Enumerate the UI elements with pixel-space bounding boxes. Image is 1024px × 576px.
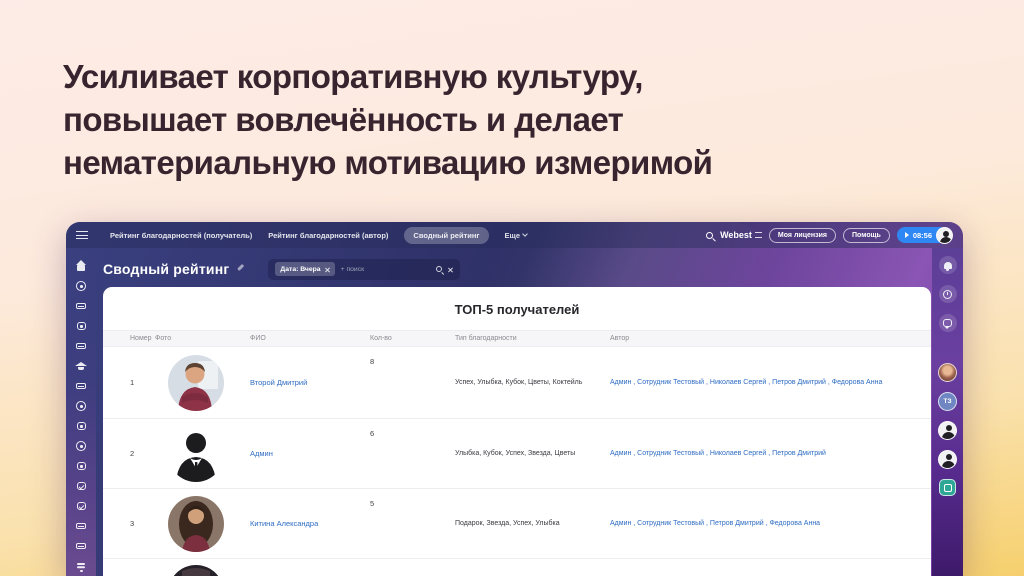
thanks-count: 5	[370, 489, 455, 508]
table-row-partial	[103, 559, 931, 576]
row-number: 3	[130, 519, 155, 528]
network-icon[interactable]	[75, 560, 87, 572]
table-row: 2 Админ 6 Улыбка, Кубок, Успех, Звезда, …	[103, 419, 931, 489]
recipient-name-link[interactable]: Китина Александра	[250, 519, 370, 528]
games-icon[interactable]	[75, 420, 87, 432]
table-title: ТОП-5 получателей	[103, 302, 931, 317]
history-icon[interactable]	[939, 285, 957, 303]
page-title: Сводный рейтинг	[103, 261, 229, 277]
table-row: 1 Второй Дмитрий 8 Успех, Улыбка, Кубок,…	[103, 347, 931, 419]
more-label: Еще	[505, 231, 521, 240]
app-window: Рейтинг благодарностей (получатель) Рейт…	[66, 222, 963, 576]
brand-name: Webest	[720, 230, 752, 240]
headline-line-3: нематериальную мотивацию измеримой	[63, 142, 712, 185]
col-header-photo: Фото	[155, 335, 250, 342]
authors-links[interactable]: Админ , Сотрудник Тестовый , Петров Дмит…	[610, 520, 931, 527]
home-icon[interactable]	[75, 260, 87, 272]
chip-close-icon[interactable]	[325, 267, 330, 272]
library-icon[interactable]	[75, 340, 87, 352]
help-button[interactable]: Помощь	[843, 228, 890, 243]
tab-rating-recipient[interactable]: Рейтинг благодарностей (получатель)	[110, 231, 252, 240]
recipient-name-link[interactable]: Второй Дмитрий	[250, 378, 370, 387]
top-nav-bar: Рейтинг благодарностей (получатель) Рейт…	[66, 222, 963, 248]
tab-summary-rating[interactable]: Сводный рейтинг	[404, 227, 488, 244]
col-header-number: Номер	[130, 335, 155, 342]
table-row: 3 Китина Александра 5 Подарок, Звезда, У…	[103, 489, 931, 559]
notifications-icon[interactable]	[939, 256, 957, 274]
approvals-icon[interactable]	[75, 500, 87, 512]
menu-icon[interactable]	[76, 231, 88, 239]
page-header: Сводный рейтинг Дата: Вчера + поиск	[103, 254, 923, 284]
integrations-icon[interactable]	[75, 440, 87, 452]
row-number: 2	[130, 449, 155, 458]
col-header-types: Тип благодарности	[455, 335, 610, 342]
topbar-right: Webest Моя лицензия Помощь 08:56	[706, 227, 953, 244]
contact-avatar-silhouette-2[interactable]	[938, 450, 957, 469]
tab-rating-author[interactable]: Рейтинг благодарностей (автор)	[268, 231, 388, 240]
more-menu[interactable]: Еще	[505, 231, 528, 240]
filter-chip-label: Дата: Вчера	[280, 266, 320, 273]
filter-chip-date[interactable]: Дата: Вчера	[275, 262, 334, 276]
company-icon[interactable]	[75, 460, 87, 472]
thanks-types: Успех, Улыбка, Кубок, Цветы, Коктейль	[455, 379, 610, 386]
user-avatar[interactable]	[936, 227, 953, 244]
alerts-icon[interactable]	[75, 280, 87, 292]
calendar-icon[interactable]	[75, 520, 87, 532]
thanks-types: Улыбка, Кубок, Успех, Звезда, Цветы	[455, 450, 610, 457]
row-number: 1	[130, 378, 155, 387]
headline-line-1: Усиливает корпоративную культуру,	[63, 56, 712, 99]
col-header-name: ФИО	[250, 335, 370, 342]
card-icon[interactable]	[75, 380, 87, 392]
education-icon[interactable]	[75, 360, 87, 372]
my-license-button[interactable]: Моя лицензия	[769, 228, 836, 243]
logo-icon[interactable]	[75, 300, 87, 312]
recipient-photo	[168, 426, 224, 482]
edit-icon[interactable]	[236, 265, 244, 273]
search-icon[interactable]	[706, 232, 713, 239]
nav-tabs: Рейтинг благодарностей (получатель) Рейт…	[110, 227, 527, 244]
contact-avatar-initials[interactable]: ТЗ	[938, 392, 957, 411]
filter-search-placeholder[interactable]: + поиск	[341, 266, 431, 273]
authors-links[interactable]: Админ , Сотрудник Тестовый , Николаев Се…	[610, 379, 931, 386]
content-panel: ТОП-5 получателей Номер Фото ФИО Кол-во …	[103, 287, 931, 576]
col-header-authors: Автор	[610, 335, 931, 342]
filter-bar[interactable]: Дата: Вчера + поиск	[268, 259, 460, 280]
rewards-icon[interactable]	[75, 400, 87, 412]
right-sidebar: ТЗ	[932, 248, 963, 576]
devices-icon[interactable]	[75, 320, 87, 332]
table-header-row: Номер Фото ФИО Кол-во Тип благодарности …	[103, 330, 931, 347]
thanks-types: Подарок, Звезда, Успех, Улыбка	[455, 520, 610, 527]
tasks-icon[interactable]	[75, 480, 87, 492]
recipient-photo	[168, 496, 224, 552]
headline-line-2: повышает вовлечённость и делает	[63, 99, 712, 142]
thanks-count: 8	[370, 347, 455, 366]
switch-icon[interactable]	[755, 232, 762, 238]
headline: Усиливает корпоративную культуру, повыша…	[63, 56, 712, 185]
recipient-photo	[168, 355, 224, 411]
recipient-photo	[168, 565, 224, 576]
col-header-count: Кол-во	[370, 335, 455, 342]
filter-clear-icon[interactable]	[448, 267, 453, 272]
chevron-down-icon	[522, 231, 528, 237]
chat-icon[interactable]	[939, 314, 957, 332]
left-sidebar	[66, 248, 96, 576]
play-icon	[905, 232, 909, 238]
contact-avatar-silhouette-1[interactable]	[938, 421, 957, 440]
print-icon[interactable]	[75, 540, 87, 552]
brand-logo: Webest	[720, 230, 762, 240]
filter-bar-icons	[436, 266, 453, 272]
timer-value: 08:56	[913, 231, 932, 240]
authors-links[interactable]: Админ , Сотрудник Тестовый , Николаев Се…	[610, 450, 931, 457]
recipient-name-link[interactable]: Админ	[250, 449, 370, 458]
contact-avatar-photo[interactable]	[938, 363, 957, 382]
app-shortcut-icon[interactable]	[939, 479, 956, 496]
filter-search-icon[interactable]	[436, 266, 442, 272]
thanks-count: 6	[370, 419, 455, 438]
timer-widget[interactable]: 08:56	[897, 227, 953, 244]
